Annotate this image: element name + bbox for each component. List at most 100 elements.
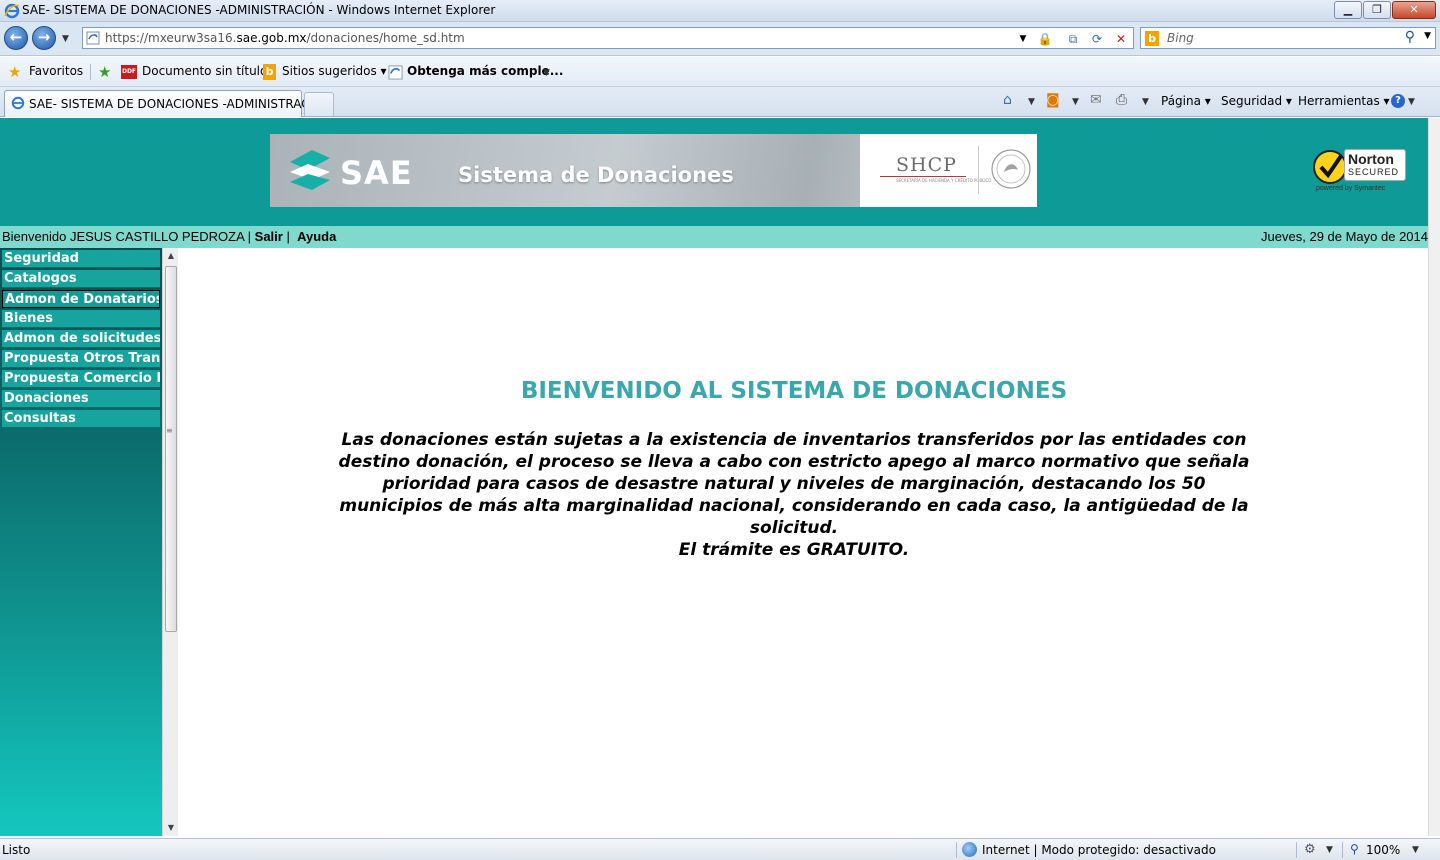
ayuda-link[interactable]: Ayuda [297, 229, 336, 244]
minimize-button[interactable]: ▁ [1334, 1, 1362, 19]
divider [956, 842, 957, 858]
menu-item-catalogos[interactable]: Catalogos [2, 270, 160, 288]
sae-wordmark: SAE [340, 154, 413, 192]
favorites-bar: ★ Favoritos ★ DDF Documento sin título b… [0, 57, 1440, 87]
zoom-icon[interactable]: ⚲ [1350, 842, 1359, 856]
salir-link[interactable]: Salir [255, 229, 283, 244]
add-favorite-icon[interactable]: ★ [98, 63, 111, 81]
bing-icon: b [1145, 31, 1159, 46]
chevron-down-icon[interactable]: ▼ [1142, 97, 1149, 107]
scroll-thumb[interactable] [165, 266, 177, 632]
fav-item-sitios[interactable]: Sitios sugeridos ▾ [282, 64, 387, 78]
search-icon[interactable]: ⚲ [1405, 29, 1415, 45]
divider [978, 146, 979, 194]
menu-item-seguridad[interactable]: Seguridad [2, 250, 160, 268]
chevron-down-icon[interactable]: ▼ [1028, 97, 1035, 107]
sae-logo-icon [290, 150, 330, 190]
url-dropdown-icon[interactable]: ▼ [1015, 31, 1031, 47]
page-menu[interactable]: Página ▾ [1161, 94, 1211, 108]
chevron-down-icon[interactable]: ▼ [1408, 97, 1415, 107]
window-title: SAE- SISTEMA DE DONACIONES -ADMINISTRACI… [22, 3, 496, 17]
maximize-button[interactable]: ❐ [1363, 1, 1391, 19]
menu-item-propuesta-otros[interactable]: Propuesta Otros Transferentes [2, 350, 160, 368]
chevron-down-icon[interactable]: ▼ [543, 68, 550, 78]
menu-item-consultas[interactable]: Consultas [2, 410, 160, 428]
search-placeholder: Bing [1167, 31, 1194, 45]
back-button[interactable]: ← [4, 26, 28, 50]
mexico-seal-icon [991, 149, 1031, 189]
welcome-text: Bienvenido JESUS CASTILLO PEDROZA | Sali… [2, 229, 337, 244]
forward-button[interactable]: → [32, 26, 56, 50]
scroll-grip-icon: ≡ [166, 426, 173, 435]
chevron-down-icon[interactable]: ▼ [1072, 97, 1079, 107]
fav-item-documento[interactable]: Documento sin título [142, 64, 267, 78]
compatibility-view-icon[interactable]: ⧉ [1065, 31, 1081, 47]
ie-icon [4, 3, 20, 19]
help-icon[interactable]: ? [1391, 94, 1405, 108]
divider [880, 176, 966, 177]
print-icon[interactable]: ⎙ [1116, 92, 1127, 108]
scroll-up-icon[interactable]: ▲ [163, 248, 179, 264]
favorites-star-icon: ★ [8, 63, 22, 81]
page-favicon-icon [86, 31, 100, 45]
fav-item-obtenga[interactable]: Obtenga más comple... [407, 64, 563, 78]
divider [90, 64, 91, 80]
norton-text: Norton [1348, 151, 1394, 167]
norton-secured-text: SECURED [1348, 167, 1400, 177]
page-scrollbar[interactable] [1428, 118, 1440, 836]
refresh-icon[interactable]: ⟳ [1089, 31, 1105, 47]
page-title: BIENVENIDO AL SISTEMA DE DONACIONES [520, 378, 1068, 404]
norton-check-icon [1313, 150, 1347, 184]
security-menu[interactable]: Seguridad ▾ [1221, 94, 1292, 108]
intro-paragraph: Las donaciones están sujetas a la existe… [338, 430, 1250, 560]
scroll-down-icon[interactable]: ▼ [163, 820, 179, 836]
tab-bar: SAE- SISTEMA DE DONACIONES -ADMINISTRACI… [0, 87, 1440, 117]
menu-item-donaciones[interactable]: Donaciones [2, 390, 160, 408]
close-window-button[interactable]: ✕ [1392, 1, 1436, 19]
mail-icon[interactable]: ✉ [1090, 92, 1102, 108]
current-date: Jueves, 29 de Mayo de 2014 [1261, 229, 1428, 244]
new-tab-button[interactable] [304, 92, 334, 116]
chevron-down-icon[interactable]: ▼ [1326, 845, 1333, 855]
history-dropdown-icon[interactable]: ▼ [62, 34, 69, 44]
search-field[interactable]: b Bing ⚲ ▼ [1140, 27, 1436, 49]
shcp-text: SHCP [896, 154, 957, 176]
tab-sae[interactable]: SAE- SISTEMA DE DONACIONES -ADMINISTRACI… [4, 90, 325, 117]
menu-item-admon-donatarios[interactable]: Admon de Donatarios [2, 290, 160, 308]
lock-icon[interactable]: 🔒 [1037, 31, 1053, 47]
zoom-level[interactable]: 100% [1366, 843, 1400, 857]
system-name: Sistema de Donaciones [458, 163, 734, 187]
norton-secured-badge[interactable]: Norton SECURED powered by Symantec [1308, 145, 1408, 197]
url-field[interactable]: https://mxeurw3sa16.sae.gob.mx/donacione… [82, 27, 1134, 49]
norton-powered-text: powered by Symantec [1316, 185, 1386, 192]
free-note: El trámite es GRATUITO. [678, 540, 910, 560]
menu-scrollbar[interactable]: ▲ ≡ ▼ [162, 248, 178, 836]
welcome-bar: Bienvenido JESUS CASTILLO PEDROZA | Sali… [0, 226, 1428, 248]
rss-icon[interactable]: ◙ [1046, 92, 1060, 108]
menu-item-bienes[interactable]: Bienes [2, 310, 160, 328]
address-bar: ← → ▼ https://mxeurw3sa16.sae.gob.mx/don… [0, 22, 1440, 56]
security-zone[interactable]: Internet | Modo protegido: desactivado [982, 843, 1216, 857]
sae-banner: SAE Sistema de Donaciones SHCP SECRETARÍ… [270, 134, 1037, 207]
site-header: SAE Sistema de Donaciones SHCP SECRETARÍ… [0, 118, 1428, 226]
menu-item-admon-solicitudes[interactable]: Admon de solicitudes [2, 330, 160, 348]
divider [1342, 842, 1343, 858]
divider [1296, 842, 1297, 858]
favorites-button[interactable]: Favoritos [29, 64, 83, 78]
url-text: https://mxeurw3sa16.sae.gob.mx/donacione… [105, 31, 465, 45]
tab-title: SAE- SISTEMA DE DONACIONES -ADMINISTRACI… [29, 97, 325, 111]
stop-icon[interactable]: ✕ [1113, 31, 1129, 47]
search-options-icon[interactable]: ▼ [1424, 31, 1431, 41]
status-text: Listo [2, 843, 31, 857]
ddf-icon: DDF [121, 65, 137, 79]
window-titlebar: SAE- SISTEMA DE DONACIONES -ADMINISTRACI… [0, 0, 1440, 22]
protected-mode-icon[interactable]: ⚙ [1304, 842, 1316, 857]
shcp-logo: SHCP SECRETARÍA DE HACIENDA Y CRÉDITO PÚ… [860, 134, 1037, 207]
chevron-down-icon[interactable]: ▼ [1412, 845, 1419, 855]
menu-item-propuesta-comercio[interactable]: Propuesta Comercio Exterior [2, 370, 160, 388]
tools-menu[interactable]: Herramientas ▾ [1298, 94, 1390, 108]
bing-icon: b [263, 64, 276, 80]
page-content: SAE Sistema de Donaciones SHCP SECRETARÍ… [0, 118, 1440, 836]
status-bar: Listo Internet | Modo protegido: desacti… [0, 838, 1440, 860]
home-icon[interactable]: ⌂ [1003, 92, 1012, 108]
